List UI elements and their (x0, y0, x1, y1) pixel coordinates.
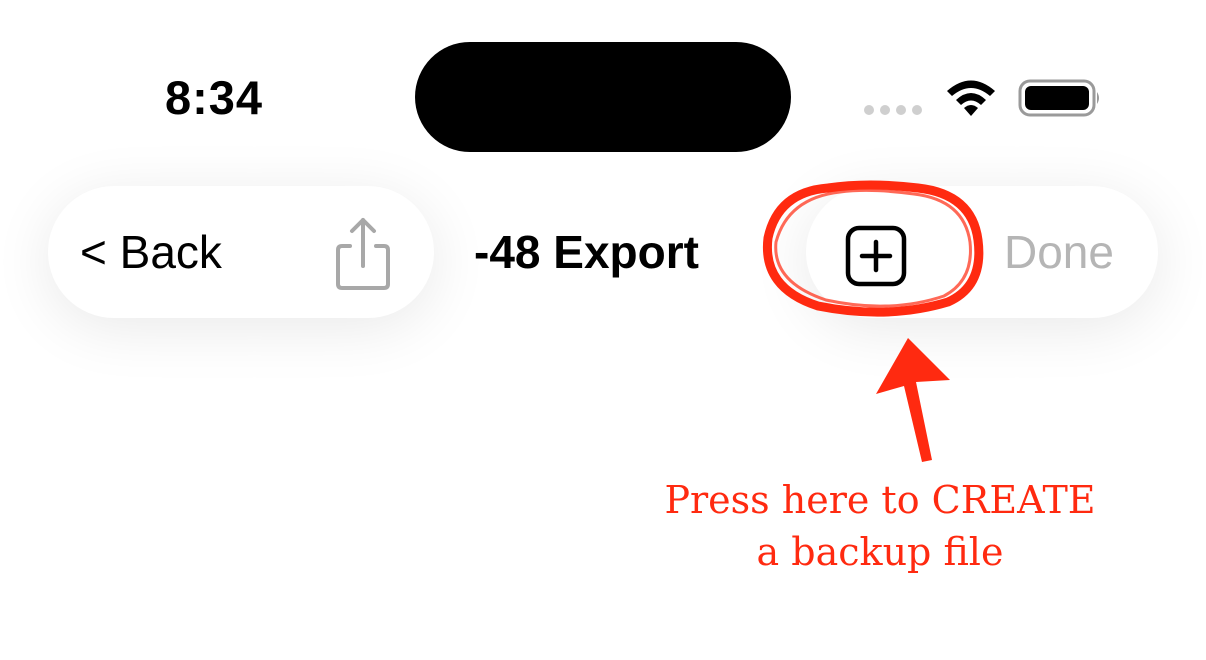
wifi-icon (947, 80, 995, 116)
battery-icon (1018, 79, 1099, 117)
annotation-line-2: a backup file (756, 530, 1004, 574)
done-button[interactable]: Done (1004, 222, 1114, 282)
annotation-text: Press here to CREATE a backup file (600, 474, 1160, 578)
dynamic-island (415, 42, 791, 152)
annotation-circle (762, 180, 984, 317)
annotation-line-1: Press here to CREATE (664, 478, 1096, 522)
navigation-bar: < Back -48 Export Done (0, 186, 1206, 318)
page-title: -48 Export (474, 226, 699, 278)
annotation-arrow (876, 338, 950, 462)
share-icon[interactable] (328, 216, 398, 292)
cellular-signal-icon (864, 105, 922, 115)
status-time: 8:34 (165, 71, 264, 124)
back-button[interactable]: < Back (80, 222, 222, 282)
